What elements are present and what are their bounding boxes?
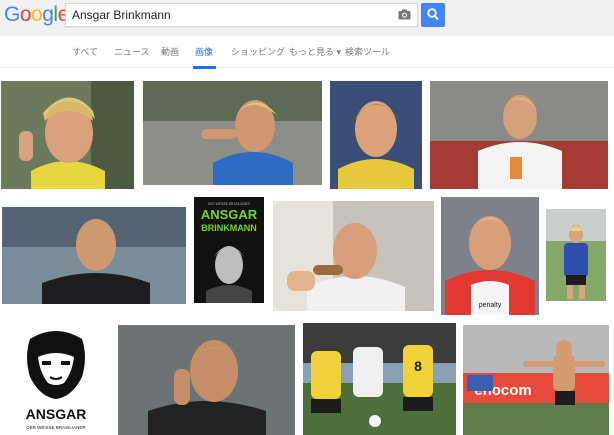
camera-icon[interactable] <box>398 9 411 20</box>
tab-all[interactable]: すべて <box>72 45 98 58</box>
logo-letter: g <box>42 3 54 26</box>
logo-letter: G <box>4 3 20 26</box>
image-result[interactable] <box>1 81 134 189</box>
image-result[interactable] <box>118 325 295 435</box>
search-input[interactable] <box>72 4 392 26</box>
stencil-art-title: ANSGAR <box>26 406 87 422</box>
logo-letter: o <box>19 3 32 26</box>
image-result[interactable] <box>546 209 606 301</box>
image-result[interactable]: enocom <box>463 325 609 435</box>
image-result[interactable]: penalty <box>441 197 539 315</box>
image-result[interactable] <box>273 201 434 311</box>
jersey-number: 8 <box>414 358 422 374</box>
book-cover-title-1: ANSGAR <box>201 207 258 222</box>
image-result[interactable]: 8 <box>303 323 456 435</box>
tab-more[interactable]: もっと見る ▾ <box>289 45 341 58</box>
google-logo[interactable]: Google <box>4 2 69 28</box>
search-tabs: すべて ニュース 動画 画像 ショッピング もっと見る ▾ 検索ツール <box>0 36 614 69</box>
tab-images[interactable]: 画像 <box>195 45 213 58</box>
jersey-sponsor-text: penalty <box>479 302 502 309</box>
book-cover-title-2: BRINKMANN <box>201 223 257 233</box>
search-box <box>65 3 418 27</box>
logo-letter: o <box>31 3 43 26</box>
image-result[interactable] <box>430 81 608 189</box>
stencil-art-subtitle: DER WEISSE BRASILIANER <box>26 425 86 430</box>
image-result[interactable] <box>2 207 186 304</box>
tab-news[interactable]: ニュース <box>114 45 150 58</box>
book-cover-image[interactable]: DER WEISSE BRASILIANER ANSGAR BRINKMANN <box>194 197 264 303</box>
image-results-grid: DER WEISSE BRASILIANER ANSGAR BRINKMANN … <box>0 69 614 435</box>
tab-search-tools[interactable]: 検索ツール <box>345 45 390 58</box>
book-cover-kicker: DER WEISSE BRASILIANER <box>208 202 251 206</box>
top-bar: Google <box>0 0 614 36</box>
tab-videos[interactable]: 動画 <box>161 45 179 58</box>
search-button[interactable] <box>421 3 445 27</box>
search-icon <box>427 8 439 21</box>
stencil-art-image[interactable]: ANSGAR DER WEISSE BRASILIANER <box>2 323 110 435</box>
tab-shopping[interactable]: ショッピング <box>231 45 285 58</box>
image-result[interactable] <box>330 81 422 189</box>
image-result[interactable] <box>143 81 322 185</box>
